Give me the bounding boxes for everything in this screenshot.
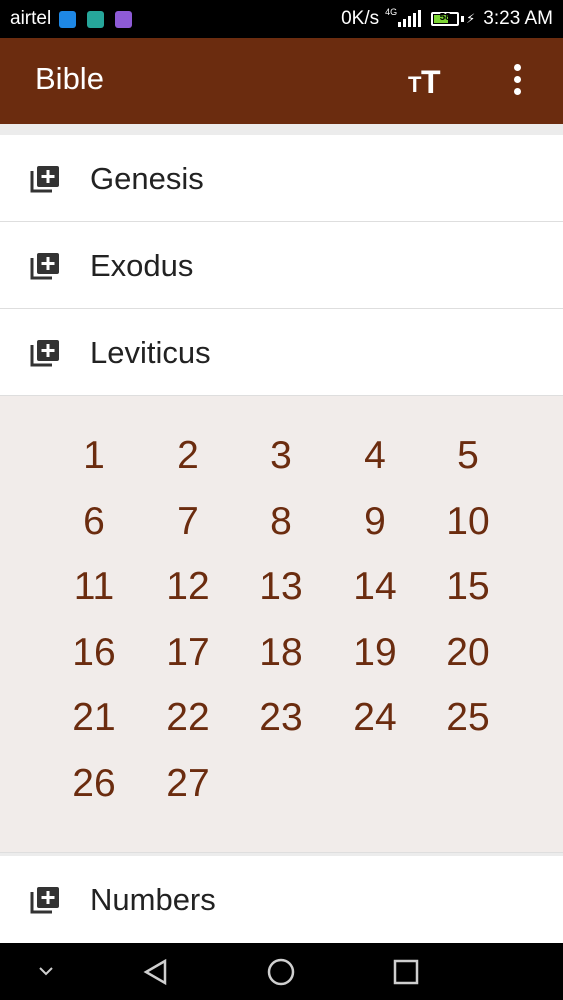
book-name: Leviticus: [90, 335, 211, 370]
battery-level: 58: [439, 12, 451, 23]
add-to-library-icon: [30, 887, 59, 914]
chapter-20-button[interactable]: 20: [433, 631, 503, 675]
book-list-content: Genesis Exodus Leviticus 1 2 3 4 5 6 7 8 9 10 11 12…: [0, 124, 563, 944]
chapter-8-button[interactable]: 8: [246, 500, 316, 544]
book-item-genesis[interactable]: Genesis: [0, 135, 563, 222]
status-bar: airtel 0K/s 4G 58 ⚡ 3:23 AM: [0, 0, 563, 38]
chapter-7-button[interactable]: 7: [153, 500, 223, 544]
chapter-4-button[interactable]: 4: [340, 434, 410, 478]
add-to-library-icon: [30, 340, 59, 367]
add-to-library-icon: [30, 166, 59, 193]
status-left: airtel: [10, 8, 143, 30]
home-icon[interactable]: [266, 957, 296, 987]
add-to-library-icon: [30, 253, 59, 280]
battery-cap: [461, 16, 465, 22]
more-vert-icon[interactable]: [505, 62, 531, 98]
nav-bar: [0, 943, 563, 1000]
signal-icon: [398, 10, 423, 27]
chapter-23-button[interactable]: 23: [246, 696, 316, 740]
chapter-18-button[interactable]: 18: [246, 631, 316, 675]
book-name: Numbers: [90, 882, 216, 917]
chapter-13-button[interactable]: 13: [246, 565, 316, 609]
chapter-12-button[interactable]: 12: [153, 565, 223, 609]
chapter-14-button[interactable]: 14: [340, 565, 410, 609]
chapter-grid: 1 2 3 4 5 6 7 8 9 10 11 12 13 14 15 16 17 18 19 20 21 22 23 24 2…: [0, 396, 563, 853]
chapter-11-button[interactable]: 11: [59, 565, 129, 609]
text-size-icon[interactable]: TT: [408, 64, 448, 100]
book-item-exodus[interactable]: Exodus: [0, 222, 563, 309]
chapter-26-button[interactable]: 26: [59, 762, 129, 806]
network-speed: 0K/s: [341, 8, 380, 29]
app-title: Bible: [35, 61, 104, 96]
chapter-17-button[interactable]: 17: [153, 631, 223, 675]
app-bar: Bible TT: [0, 38, 563, 124]
notification-app-icon: [59, 10, 77, 28]
network-type: 4G: [385, 7, 398, 17]
book-list: Genesis Exodus Leviticus 1 2 3 4 5 6 7 8 9 10 11 12…: [0, 135, 563, 853]
chapter-2-button[interactable]: 2: [153, 434, 223, 478]
recents-icon[interactable]: [392, 958, 420, 986]
chapter-19-button[interactable]: 19: [340, 631, 410, 675]
chapter-27-button[interactable]: 27: [153, 762, 223, 806]
chapter-5-button[interactable]: 5: [433, 434, 503, 478]
chapter-16-button[interactable]: 16: [59, 631, 129, 675]
chapter-3-button[interactable]: 3: [246, 434, 316, 478]
chapter-6-button[interactable]: 6: [59, 500, 129, 544]
notification-media-icon: [115, 10, 133, 28]
book-item-numbers[interactable]: Numbers: [0, 856, 563, 944]
notification-gallery-icon: [87, 10, 105, 28]
carrier-label: airtel: [10, 8, 52, 29]
chapter-9-button[interactable]: 9: [340, 500, 410, 544]
chapter-22-button[interactable]: 22: [153, 696, 223, 740]
chapter-10-button[interactable]: 10: [433, 500, 503, 544]
charging-icon: ⚡: [466, 11, 476, 26]
book-name: Exodus: [90, 248, 194, 283]
book-item-leviticus[interactable]: Leviticus: [0, 309, 563, 396]
chapter-24-button[interactable]: 24: [340, 696, 410, 740]
battery-icon: 58: [431, 12, 460, 26]
chapter-21-button[interactable]: 21: [59, 696, 129, 740]
chapter-1-button[interactable]: 1: [59, 434, 129, 478]
clock: 3:23 AM: [483, 8, 553, 29]
collapse-icon[interactable]: [37, 965, 55, 977]
chapter-25-button[interactable]: 25: [433, 696, 503, 740]
chapter-15-button[interactable]: 15: [433, 565, 503, 609]
status-right: 0K/s 4G 58 ⚡ 3:23 AM: [341, 7, 553, 30]
back-icon[interactable]: [141, 957, 171, 987]
book-name: Genesis: [90, 161, 204, 196]
